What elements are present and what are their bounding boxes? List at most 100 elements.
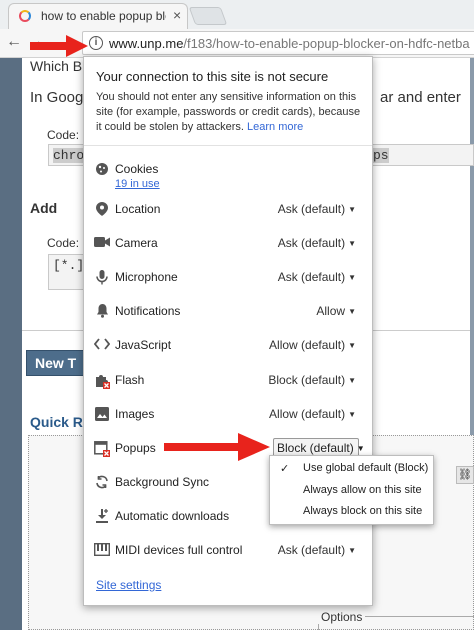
dropdown-caret-icon: ▼ — [348, 205, 356, 214]
dropdown-caret-icon: ▼ — [348, 307, 356, 316]
permission-value: Allow (default) — [269, 407, 346, 421]
permission-row-javascript: JavaScript Allow (default) ▼ — [84, 333, 372, 359]
red-arrow-icon — [164, 433, 270, 461]
location-icon — [94, 202, 110, 218]
tab-title: how to enable popup blo — [41, 9, 166, 23]
permission-label: Flash — [115, 373, 145, 387]
url-text[interactable]: www.unp.me/f183/how-to-enable-popup-bloc… — [109, 36, 470, 51]
permission-row-notifications: Notifications Allow ▼ — [84, 299, 372, 325]
dropdown-caret-icon: ▼ — [348, 410, 356, 419]
permission-label: Cookies — [115, 162, 159, 176]
download-icon — [94, 509, 110, 525]
dropdown-caret-icon: ▼ — [348, 341, 356, 350]
dropdown-option-label: Always allow on this site — [303, 484, 422, 496]
address-bar[interactable]: i www.unp.me/f183/how-to-enable-popup-bl… — [82, 31, 474, 55]
popup-divider — [84, 145, 372, 146]
back-arrow-icon[interactable]: ← — [6, 33, 22, 51]
permission-value: Ask (default) — [277, 543, 346, 557]
dropdown-caret-icon: ▼ — [356, 444, 365, 453]
permission-value: Ask (default) — [277, 236, 346, 250]
dropdown-caret-icon: ▼ — [348, 546, 356, 555]
permission-label: Popups — [115, 441, 156, 455]
permission-label: Microphone — [115, 270, 178, 284]
warning-description: You should not enter any sensitive infor… — [96, 91, 361, 133]
permission-select[interactable]: Allow (default) ▼ — [269, 407, 356, 421]
new-tab-button[interactable] — [188, 7, 228, 25]
permission-row-flash: Flash Block (default) ▼ — [84, 368, 372, 394]
dropdown-option-always-block[interactable]: Always block on this site — [270, 501, 433, 522]
browser-tab[interactable]: how to enable popup blo × — [8, 3, 188, 29]
cookie-icon — [94, 162, 110, 178]
permission-select[interactable]: Ask (default) ▼ — [278, 543, 356, 557]
permission-label: Notifications — [115, 304, 181, 318]
site-settings-link[interactable]: Site settings — [96, 578, 161, 592]
bell-icon — [94, 304, 110, 320]
permission-select[interactable]: Ask (default) ▼ — [278, 270, 356, 284]
permission-value: Ask (default) — [277, 270, 346, 284]
permission-label: MIDI devices full control — [115, 543, 243, 557]
tab-close-icon[interactable]: × — [173, 7, 181, 23]
site-favicon-icon — [19, 10, 31, 22]
checkmark-icon: ✓ — [280, 463, 290, 475]
permission-select[interactable]: Allow ▼ — [316, 304, 356, 318]
connection-warning-text: You should not enter any sensitive infor… — [96, 90, 366, 135]
dropdown-option-always-allow[interactable]: Always allow on this site — [270, 480, 433, 501]
sync-icon — [94, 475, 110, 491]
image-icon — [94, 407, 110, 423]
permission-value: Allow (default) — [269, 338, 346, 352]
dropdown-caret-icon: ▼ — [348, 376, 356, 385]
dropdown-option-global-default[interactable]: ✓ Use global default (Block) — [270, 458, 433, 479]
code-text: ps — [373, 148, 389, 163]
dropdown-caret-icon: ▼ — [348, 239, 356, 248]
dropdown-option-label: Always block on this site — [303, 505, 423, 517]
code-icon — [93, 338, 111, 354]
section-heading: Add — [30, 200, 58, 216]
red-arrow-icon — [30, 35, 88, 57]
permission-label: JavaScript — [115, 338, 172, 352]
permission-row-microphone: Microphone Ask (default) ▼ — [84, 265, 372, 291]
page-text-line: Which B — [30, 58, 83, 74]
permission-select[interactable]: Ask (default) ▼ — [278, 236, 356, 250]
permission-select[interactable]: Block (default) ▼ — [268, 373, 356, 387]
permission-label: Location — [115, 202, 161, 216]
permission-label: Automatic downloads — [115, 509, 230, 523]
page-text-line: In Googl — [30, 89, 87, 106]
dropdown-caret-icon: ▼ — [348, 273, 356, 282]
options-legend: Options — [318, 610, 366, 624]
link-icon[interactable]: ⛓ — [456, 466, 474, 484]
tab-strip: how to enable popup blo × — [0, 0, 474, 29]
url-path: /f183/how-to-enable-popup-blocker-on-hdf… — [183, 36, 470, 51]
url-domain: www.unp.me — [109, 36, 184, 51]
permission-value: Allow — [316, 304, 346, 318]
popup-blocked-icon — [94, 441, 110, 457]
camera-icon — [94, 236, 110, 252]
permission-row-location: Location Ask (default) ▼ — [84, 197, 372, 223]
permission-label: Background Sync — [115, 475, 210, 489]
cookies-in-use-link[interactable]: 19 in use — [115, 178, 160, 190]
permission-label: Images — [115, 407, 155, 421]
code-block[interactable]: [*.] — [48, 254, 88, 290]
puzzle-icon — [94, 373, 110, 389]
permission-row-midi: MIDI devices full control Ask (default) ▼ — [84, 538, 372, 564]
site-info-icon[interactable]: i — [89, 36, 103, 50]
page-text-line: ar and enter — [380, 89, 461, 106]
code-label: Code: — [47, 128, 80, 142]
code-label: Code: — [47, 236, 80, 250]
permission-select[interactable]: Ask (default) ▼ — [278, 202, 356, 216]
quick-reply-heading: Quick R — [30, 414, 83, 430]
learn-more-link[interactable]: Learn more — [247, 121, 303, 133]
page-left-sidebar — [0, 58, 22, 630]
dropdown-option-label: Use global default (Block) — [303, 462, 429, 474]
permission-value: Block (default) — [277, 441, 354, 455]
permission-row-camera: Camera Ask (default) ▼ — [84, 231, 372, 257]
popups-dropdown-menu: ✓ Use global default (Block) Always allo… — [269, 455, 434, 525]
microphone-icon — [94, 270, 110, 286]
midi-icon — [93, 542, 111, 559]
permission-label: Camera — [115, 236, 158, 250]
code-text: chro — [53, 148, 85, 163]
permission-select[interactable]: Allow (default) ▼ — [269, 338, 356, 352]
connection-warning-title: Your connection to this site is not secu… — [96, 69, 329, 84]
permission-value: Block (default) — [268, 373, 346, 387]
permission-value: Ask (default) — [277, 202, 346, 216]
permission-row-images: Images Allow (default) ▼ — [84, 402, 372, 428]
